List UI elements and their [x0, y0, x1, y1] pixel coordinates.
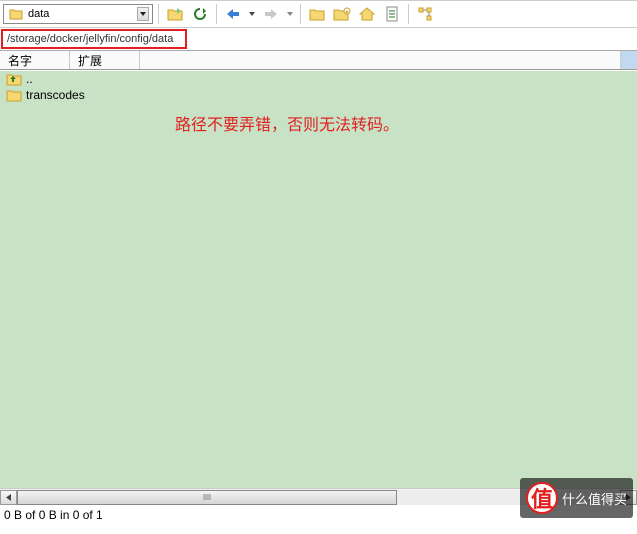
scroll-left-button[interactable]	[0, 490, 17, 505]
separator	[300, 4, 301, 24]
forward-dropdown[interactable]	[285, 3, 295, 25]
back-button[interactable]	[222, 3, 244, 25]
tree-view-button[interactable]	[414, 3, 436, 25]
separator	[158, 4, 159, 24]
watermark-text: 什么值得买	[562, 489, 627, 508]
annotation-text: 路径不要弄错，否则无法转码。	[175, 111, 399, 135]
scroll-thumb[interactable]	[17, 490, 397, 505]
svg-text:✦: ✦	[344, 9, 349, 16]
path-selector[interactable]: data	[3, 4, 153, 24]
separator	[408, 4, 409, 24]
open-folder-button[interactable]	[164, 3, 186, 25]
toolbar: data ✦	[0, 0, 637, 28]
address-path: /storage/docker/jellyfin/config/data	[7, 33, 173, 45]
folder-icon	[7, 5, 25, 23]
forward-button[interactable]	[260, 3, 282, 25]
status-text: 0 B of 0 B in 0 of 1	[4, 508, 103, 522]
column-name[interactable]: 名字	[0, 51, 70, 69]
column-header: 名字 扩展	[0, 50, 637, 70]
chevron-down-icon[interactable]	[137, 7, 149, 21]
parent-folder-icon	[6, 72, 22, 86]
item-name: transcodes	[26, 88, 85, 102]
column-spacer	[140, 51, 621, 69]
list-item[interactable]: ..	[0, 71, 637, 87]
refresh-button[interactable]	[189, 3, 211, 25]
address-bar[interactable]: /storage/docker/jellyfin/config/data	[1, 29, 187, 49]
column-end	[621, 51, 637, 69]
folder-button[interactable]	[306, 3, 328, 25]
list-item[interactable]: transcodes	[0, 87, 637, 103]
watermark-logo-icon: 值	[526, 482, 558, 514]
document-button[interactable]	[381, 3, 403, 25]
folder-icon	[6, 88, 22, 102]
home-button[interactable]	[356, 3, 378, 25]
new-folder-button[interactable]: ✦	[331, 3, 353, 25]
file-list: .. transcodes 路径不要弄错，否则无法转码。	[0, 70, 637, 488]
column-ext[interactable]: 扩展	[70, 51, 140, 69]
separator	[216, 4, 217, 24]
item-name: ..	[26, 72, 33, 86]
back-dropdown[interactable]	[247, 3, 257, 25]
current-folder-label: data	[28, 8, 134, 20]
watermark: 值 什么值得买	[520, 478, 633, 518]
